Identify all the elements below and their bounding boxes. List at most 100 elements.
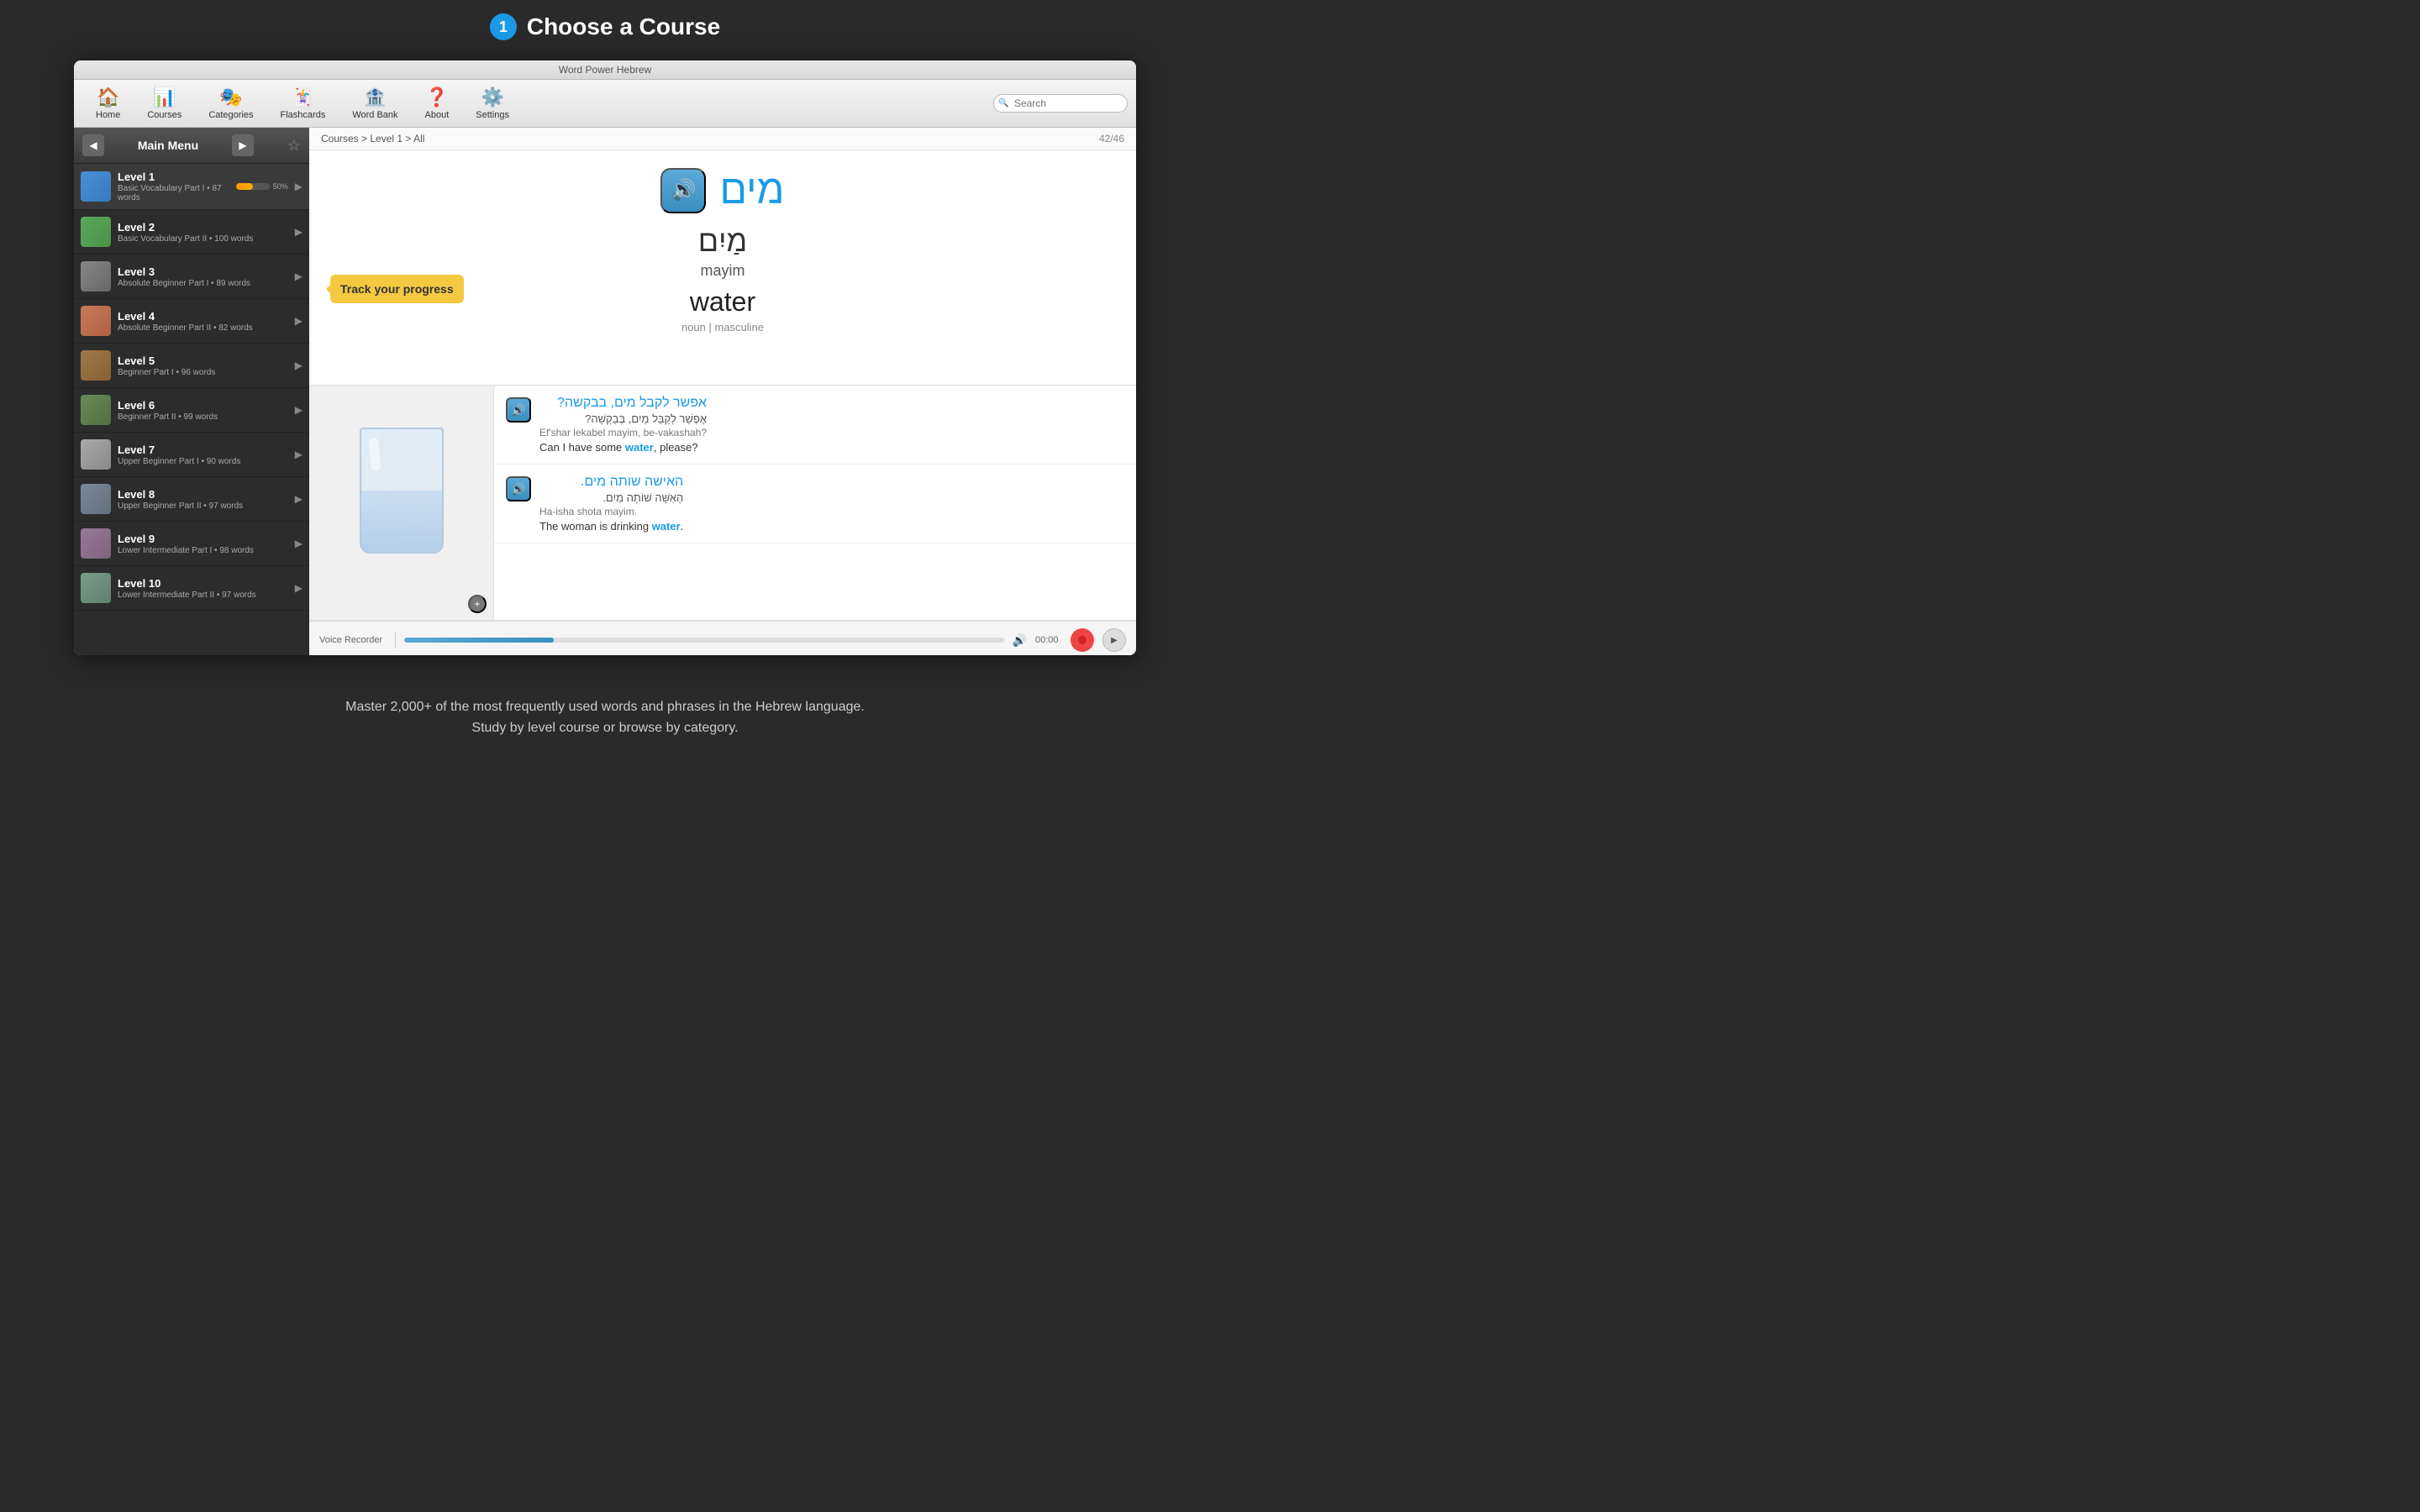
- sentence-hebrew-main-1: אפשר לקבל מים, בבקשה?: [539, 396, 707, 411]
- level-desc-1: Basic Vocabulary Part I • 87 words: [118, 184, 229, 202]
- sentences-panel: 🔊 אפשר לקבל מים, בבקשה? אֶפְשַׁר לְקַבֵּ…: [494, 386, 1136, 620]
- courses-icon: 📊: [153, 87, 176, 108]
- level-item-5[interactable]: Level 5 Beginner Part I • 96 words ▶: [74, 344, 309, 388]
- level-arrow-9: ▶: [295, 538, 302, 549]
- level-thumb-4: [81, 306, 111, 336]
- sentence-speaker-icon-1: 🔊: [511, 403, 525, 417]
- level-info-4: Level 4 Absolute Beginner Part II • 82 w…: [118, 310, 288, 333]
- level-thumb-1: [81, 171, 111, 202]
- level-arrow-4: ▶: [295, 315, 302, 327]
- level-name-4: Level 4: [118, 310, 288, 323]
- image-expand-button[interactable]: +: [468, 595, 487, 613]
- bottom-line-1: Master 2,000+ of the most frequently use…: [0, 696, 1210, 718]
- level-info-7: Level 7 Upper Beginner Part I • 90 words: [118, 444, 288, 466]
- toolbar-categories-label: Categories: [208, 110, 253, 120]
- home-icon: 🏠: [97, 87, 119, 108]
- sidebar-forward-button[interactable]: ▶: [232, 134, 254, 156]
- bottom-text: Master 2,000+ of the most frequently use…: [0, 696, 1210, 739]
- hebrew-word-vowel: מַיִם: [698, 223, 748, 259]
- main-window: Word Power Hebrew 🏠 Home 📊 Courses 🎭 Cat…: [74, 60, 1136, 655]
- breadcrumb-bar: Courses > Level 1 > All 42/46: [309, 128, 1136, 150]
- flashcards-icon: 🃏: [292, 87, 314, 108]
- level-item-6[interactable]: Level 6 Beginner Part II • 99 words ▶: [74, 388, 309, 433]
- toolbar-wordbank[interactable]: 🏦 Word Bank: [339, 83, 411, 123]
- level-item-2[interactable]: Level 2 Basic Vocabulary Part II • 100 w…: [74, 210, 309, 255]
- toolbar-settings[interactable]: ⚙️ Settings: [462, 83, 523, 123]
- level-item-7[interactable]: Level 7 Upper Beginner Part I • 90 words…: [74, 433, 309, 477]
- voice-recorder: Voice Recorder 🔊 00:00 ▶: [309, 621, 1136, 655]
- about-icon: ❓: [425, 87, 448, 108]
- level-arrow-10: ▶: [295, 582, 302, 594]
- toolbar-home-label: Home: [96, 110, 120, 120]
- level-thumb-8: [81, 484, 111, 514]
- progress-bar-wrap-1: [236, 183, 270, 190]
- highlight-water-1: water: [625, 441, 654, 454]
- recorder-time: 00:00: [1035, 635, 1062, 645]
- main-panel: Courses > Level 1 > All 42/46 🔊 מים מַיִ…: [309, 128, 1136, 655]
- search-wrapper: [993, 94, 1128, 113]
- toolbar-flashcards[interactable]: 🃏 Flashcards: [267, 83, 339, 123]
- toolbar-about[interactable]: ❓ About: [412, 83, 463, 123]
- recorder-record-button[interactable]: [1071, 628, 1094, 652]
- categories-icon: 🎭: [219, 87, 242, 108]
- level-arrow-2: ▶: [295, 226, 302, 238]
- page-title: Choose a Course: [527, 13, 720, 40]
- level-list: Level 1 Basic Vocabulary Part I • 87 wor…: [74, 164, 309, 655]
- level-item-3[interactable]: Level 3 Absolute Beginner Part I • 89 wo…: [74, 255, 309, 299]
- level-thumb-3: [81, 261, 111, 291]
- level-info-8: Level 8 Upper Beginner Part II • 97 word…: [118, 488, 288, 511]
- level-progress-1: 50%: [236, 182, 288, 191]
- toolbar-home[interactable]: 🏠 Home: [82, 83, 134, 123]
- level-desc-4: Absolute Beginner Part II • 82 words: [118, 323, 288, 333]
- level-item-1[interactable]: Level 1 Basic Vocabulary Part I • 87 wor…: [74, 164, 309, 210]
- level-item-10[interactable]: Level 10 Lower Intermediate Part II • 97…: [74, 566, 309, 611]
- sentence-english-2: The woman is drinking water.: [539, 520, 683, 533]
- level-name-9: Level 9: [118, 533, 288, 545]
- toolbar-about-label: About: [425, 110, 450, 120]
- sentence-item-1: 🔊 אפשר לקבל מים, בבקשה? אֶפְשַׁר לְקַבֵּ…: [494, 386, 1136, 465]
- sidebar-back-button[interactable]: ◀: [82, 134, 104, 156]
- english-word: water: [690, 286, 755, 318]
- word-speaker-button[interactable]: 🔊: [660, 168, 706, 213]
- recorder-sound-icon: 🔊: [1013, 633, 1027, 648]
- sentence-content-1: אפשר לקבל מים, בבקשה? אֶפְשַׁר לְקַבֵּל …: [539, 396, 707, 454]
- sentence-hebrew-main-2: האישה שותה מים.: [539, 475, 683, 490]
- level-thumb-9: [81, 528, 111, 559]
- word-transliteration: mayim: [701, 262, 745, 280]
- toolbar-categories[interactable]: 🎭 Categories: [195, 83, 266, 123]
- toolbar-flashcards-label: Flashcards: [281, 110, 326, 120]
- level-desc-2: Basic Vocabulary Part II • 100 words: [118, 234, 288, 244]
- level-desc-5: Beginner Part I • 96 words: [118, 368, 288, 377]
- glass-body: [360, 428, 444, 554]
- level-name-7: Level 7: [118, 444, 288, 456]
- content-area: ◀ Main Menu ▶ ☆ Level 1 Basic Vocabulary…: [74, 128, 1136, 655]
- recorder-progress-fill: [404, 638, 554, 643]
- toolbar: 🏠 Home 📊 Courses 🎭 Categories 🃏 Flashcar…: [74, 80, 1136, 128]
- level-desc-8: Upper Beginner Part II • 97 words: [118, 501, 288, 511]
- settings-icon: ⚙️: [481, 87, 503, 108]
- level-info-3: Level 3 Absolute Beginner Part I • 89 wo…: [118, 265, 288, 288]
- search-input[interactable]: [993, 94, 1128, 113]
- level-desc-3: Absolute Beginner Part I • 89 words: [118, 279, 288, 288]
- level-item-8[interactable]: Level 8 Upper Beginner Part II • 97 word…: [74, 477, 309, 522]
- toolbar-courses-label: Courses: [147, 110, 182, 120]
- toolbar-wordbank-label: Word Bank: [352, 110, 397, 120]
- sidebar-star-icon[interactable]: ☆: [287, 137, 301, 155]
- level-item-9[interactable]: Level 9 Lower Intermediate Part I • 98 w…: [74, 522, 309, 566]
- word-display-area: 🔊 מים מַיִם mayim water noun | masculine: [309, 150, 1136, 386]
- level-desc-10: Lower Intermediate Part II • 97 words: [118, 591, 288, 600]
- level-item-4[interactable]: Level 4 Absolute Beginner Part II • 82 w…: [74, 299, 309, 344]
- level-desc-6: Beginner Part II • 99 words: [118, 412, 288, 422]
- level-info-5: Level 5 Beginner Part I • 96 words: [118, 354, 288, 377]
- recorder-label: Voice Recorder: [319, 635, 387, 645]
- glass-water: [361, 491, 442, 552]
- sentence-speaker-button-2[interactable]: 🔊: [506, 476, 531, 501]
- speaker-icon: 🔊: [671, 178, 697, 202]
- level-desc-7: Upper Beginner Part I • 90 words: [118, 457, 288, 466]
- toolbar-courses[interactable]: 📊 Courses: [134, 83, 195, 123]
- recorder-play-button[interactable]: ▶: [1102, 628, 1126, 652]
- wordbank-icon: 🏦: [364, 87, 387, 108]
- sentence-roman-1: Ef'shar lekabel mayim, be-vakashah?: [539, 427, 707, 438]
- sentence-speaker-button-1[interactable]: 🔊: [506, 397, 531, 423]
- level-info-9: Level 9 Lower Intermediate Part I • 98 w…: [118, 533, 288, 555]
